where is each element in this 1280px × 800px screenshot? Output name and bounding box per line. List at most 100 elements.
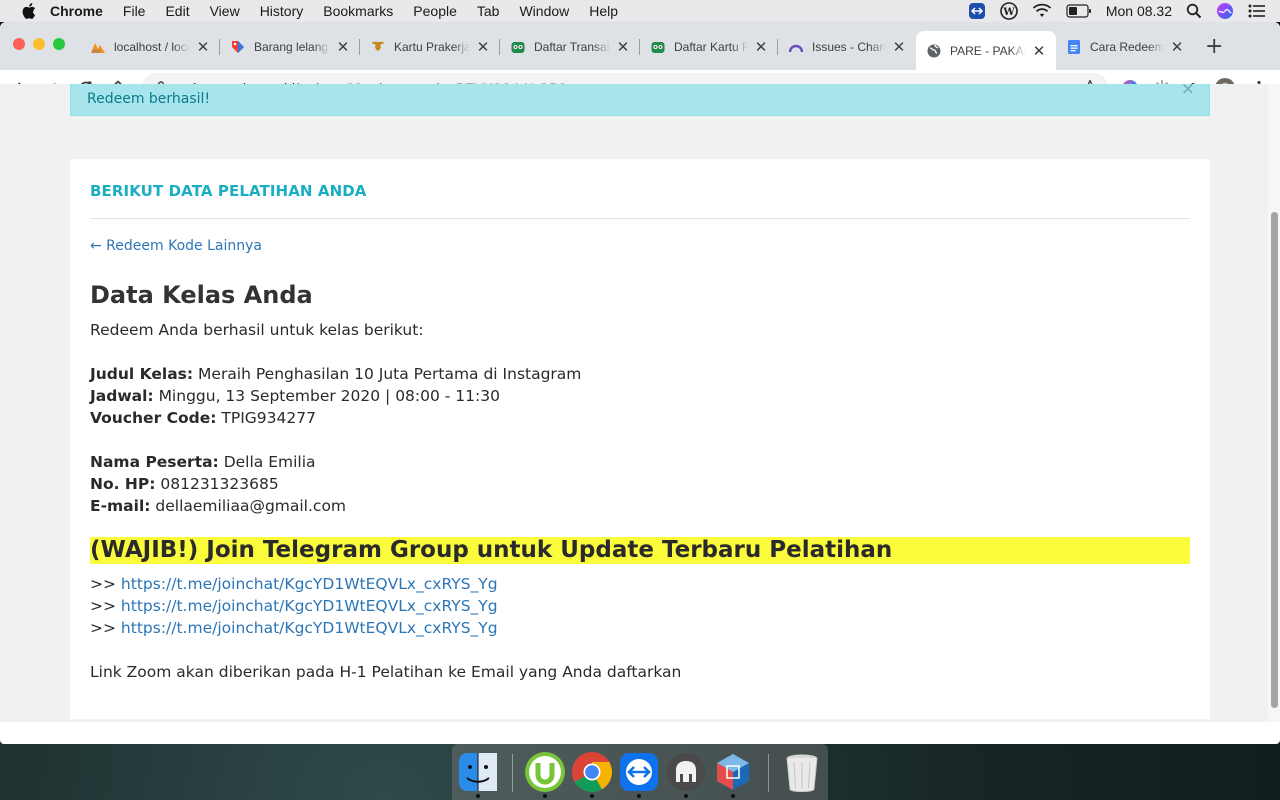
- tab-title: Daftar Kartu Prakerja: [674, 40, 748, 54]
- menu-history[interactable]: History: [260, 3, 304, 19]
- link-prefix: >>: [90, 619, 116, 637]
- voucher-value: TPIG934277: [221, 409, 316, 427]
- menu-clock[interactable]: Mon 08.32: [1106, 3, 1172, 19]
- link-prefix: >>: [90, 597, 116, 615]
- close-tab-icon[interactable]: ✕: [1032, 42, 1046, 60]
- dock-separator: [512, 754, 513, 792]
- telegram-link-row: >> https://t.me/joinchat/KgcYD1WtEQVLx_c…: [90, 619, 498, 637]
- utorrent-icon[interactable]: [523, 750, 567, 794]
- tab-title: localhost / localhost: [114, 40, 190, 54]
- menu-view[interactable]: View: [210, 3, 240, 19]
- telegram-link[interactable]: https://t.me/joinchat/KgcYD1WtEQVLx_cxRY…: [121, 575, 498, 593]
- telegram-link-row: >> https://t.me/joinchat/KgcYD1WtEQVLx_c…: [90, 575, 498, 593]
- tab-cara-redeem[interactable]: Cara Redeem ✕: [1056, 31, 1194, 63]
- robot-icon: [650, 39, 666, 55]
- menu-people[interactable]: People: [413, 3, 457, 19]
- phone-value: 081231323685: [160, 475, 279, 493]
- battery-icon[interactable]: [1066, 4, 1092, 18]
- sequel-pro-icon[interactable]: [664, 750, 708, 794]
- close-tab-icon[interactable]: ✕: [336, 38, 350, 56]
- phone-label: No. HP:: [90, 475, 156, 493]
- notification-center-icon[interactable]: [1248, 4, 1266, 18]
- card-divider: [90, 218, 1190, 219]
- finder-icon[interactable]: [456, 750, 500, 794]
- tab-issues-chart[interactable]: Issues - Chart ✕: [778, 31, 916, 63]
- running-indicator: [731, 794, 735, 798]
- page-scrollbar[interactable]: [1268, 84, 1280, 722]
- menu-tab[interactable]: Tab: [477, 3, 500, 19]
- window-controls: [13, 38, 73, 50]
- web-page: Redeem berhasil! × BERIKUT DATA PELATIHA…: [0, 84, 1268, 722]
- new-tab-button[interactable]: +: [1205, 34, 1223, 59]
- class-title-label: Judul Kelas:: [90, 365, 194, 383]
- tab-barang-lelang[interactable]: Barang lelang ✕: [220, 31, 360, 63]
- menu-window[interactable]: Window: [519, 3, 569, 19]
- dock-separator: [768, 754, 769, 792]
- menu-help[interactable]: Help: [589, 3, 618, 19]
- tab-title: Kartu Prakerja: [394, 40, 470, 54]
- schedule-row: Jadwal: Minggu, 13 September 2020 | 08:0…: [90, 387, 500, 405]
- close-alert-icon[interactable]: ×: [1181, 84, 1195, 99]
- telegram-link-row: >> https://t.me/joinchat/KgcYD1WtEQVLx_c…: [90, 597, 498, 615]
- menu-edit[interactable]: Edit: [165, 3, 189, 19]
- success-alert: Redeem berhasil! ×: [70, 84, 1210, 116]
- close-tab-icon[interactable]: ✕: [616, 38, 630, 56]
- menu-app-name[interactable]: Chrome: [50, 3, 103, 19]
- tab-title: Cara Redeem: [1090, 40, 1164, 54]
- teamviewer-icon[interactable]: [617, 750, 661, 794]
- svg-text:W: W: [1002, 7, 1015, 18]
- spotlight-search-icon[interactable]: [1186, 3, 1202, 19]
- close-tab-icon[interactable]: ✕: [196, 38, 210, 56]
- tab-strip: PMA localhost / localhost ✕ Barang lelan…: [0, 22, 1280, 70]
- menu-file[interactable]: File: [123, 3, 146, 19]
- close-tab-icon[interactable]: ✕: [754, 38, 768, 56]
- macos-menu-bar: Chrome File Edit View History Bookmarks …: [0, 0, 1280, 22]
- macos-dock: [452, 744, 828, 800]
- voucher-row: Voucher Code: TPIG934277: [90, 409, 316, 427]
- close-tab-icon[interactable]: ✕: [892, 38, 906, 56]
- robot-icon: [510, 39, 526, 55]
- scrollbar-thumb[interactable]: [1271, 212, 1278, 708]
- tab-title: Barang lelang: [254, 40, 329, 54]
- wifi-icon[interactable]: [1032, 3, 1052, 19]
- training-data-card: BERIKUT DATA PELATIHAN ANDA ← Redeem Kod…: [70, 159, 1210, 719]
- participant-name-value: Della Emilia: [223, 453, 316, 471]
- schedule-label: Jadwal:: [90, 387, 154, 405]
- telegram-heading: (WAJIB!) Join Telegram Group untuk Updat…: [90, 537, 1190, 564]
- telegram-link[interactable]: https://t.me/joinchat/KgcYD1WtEQVLx_cxRY…: [121, 619, 498, 637]
- zoom-window-button[interactable]: [53, 38, 65, 50]
- teamviewer-status-icon[interactable]: [968, 2, 986, 20]
- email-value: dellaemiliaa@gmail.com: [155, 497, 347, 515]
- garuda-icon: [370, 39, 386, 55]
- intro-text: Redeem Anda berhasil untuk kelas berikut…: [90, 321, 424, 339]
- close-tab-icon[interactable]: ✕: [1170, 38, 1184, 56]
- telegram-link[interactable]: https://t.me/joinchat/KgcYD1WtEQVLx_cxRY…: [121, 597, 498, 615]
- tab-pare-pakar[interactable]: PARE - PAKAR ✕: [916, 31, 1056, 70]
- wordpress-status-icon[interactable]: W: [1000, 2, 1018, 20]
- card-title: BERIKUT DATA PELATIHAN ANDA: [90, 182, 367, 200]
- trash-icon[interactable]: [780, 750, 824, 794]
- close-tab-icon[interactable]: ✕: [476, 38, 490, 56]
- tab-localhost[interactable]: PMA localhost / localhost ✕: [80, 31, 220, 63]
- running-indicator: [637, 794, 641, 798]
- tab-title: PARE - PAKAR: [950, 43, 1026, 58]
- participant-name-row: Nama Peserta: Della Emilia: [90, 453, 316, 471]
- participant-name-label: Nama Peserta:: [90, 453, 219, 471]
- running-indicator: [590, 794, 594, 798]
- svg-text:PMA: PMA: [92, 49, 101, 54]
- schedule-value: Minggu, 13 September 2020 | 08:00 - 11:3…: [158, 387, 500, 405]
- tab-kartu-prakerja[interactable]: Kartu Prakerja ✕: [360, 31, 500, 63]
- close-window-button[interactable]: [13, 38, 25, 50]
- running-indicator: [476, 794, 480, 798]
- apple-icon[interactable]: [20, 2, 38, 20]
- email-row: E-mail: dellaemiliaa@gmail.com: [90, 497, 346, 515]
- siri-icon[interactable]: [1216, 2, 1234, 20]
- redeem-other-code-link[interactable]: ← Redeem Kode Lainnya: [90, 238, 262, 254]
- chrome-icon[interactable]: [570, 750, 614, 794]
- class-title-row: Judul Kelas: Meraih Penghasilan 10 Juta …: [90, 365, 581, 383]
- menu-bookmarks[interactable]: Bookmarks: [323, 3, 393, 19]
- virtualbox-icon[interactable]: [711, 750, 755, 794]
- tab-daftar-kartu[interactable]: Daftar Kartu Prakerja ✕: [640, 31, 778, 63]
- tab-daftar-transaksi[interactable]: Daftar Transaksi ✕: [500, 31, 640, 63]
- minimize-window-button[interactable]: [33, 38, 45, 50]
